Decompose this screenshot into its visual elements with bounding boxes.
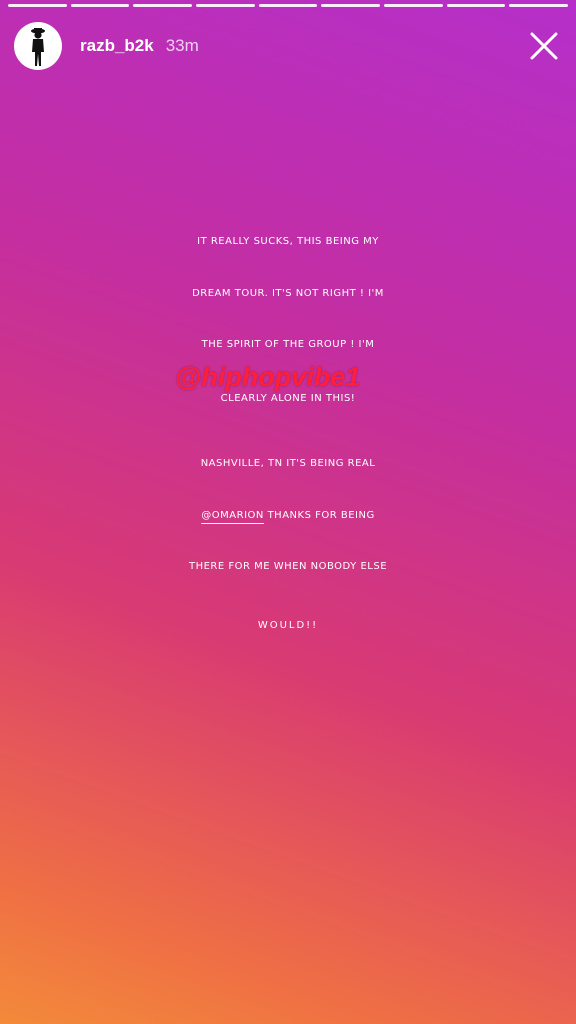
avatar[interactable]: [14, 22, 62, 70]
username[interactable]: razb_b2k: [80, 36, 154, 56]
progress-segment: [384, 4, 443, 7]
post-timestamp: 33m: [165, 36, 199, 55]
progress-segment: [258, 4, 318, 7]
progress-segment: [321, 4, 381, 7]
progress-segment: [70, 4, 130, 7]
story-text-line: IT REALLY SUCKS, THIS BEING MY: [197, 236, 379, 247]
progress-segment: [196, 4, 255, 7]
story-text-line: THERE FOR ME WHEN NOBODY ELSE: [188, 561, 388, 572]
person-silhouette-icon: [31, 28, 45, 66]
mention-link[interactable]: @OMARION: [201, 510, 264, 521]
close-icon: [530, 32, 558, 60]
progress-segment: [509, 4, 569, 7]
story-text-line: NASHVILLE, TN IT'S BEING REAL: [200, 458, 376, 469]
story-header: razb_b2k 33m: [14, 18, 562, 74]
story-text-line: THE SPIRIT OF THE GROUP ! I'M: [201, 339, 375, 350]
progress-segment: [446, 4, 506, 7]
progress-segment: [8, 4, 67, 7]
story-progress-bar: [8, 4, 569, 8]
story-text-line: CLEARLY ALONE IN THIS!: [220, 393, 356, 404]
watermark: @hiphopvibe1: [175, 362, 361, 392]
story-text-fragment: THANKS FOR BEING: [267, 510, 375, 521]
story-mention-line: @OMARION THANKS FOR BEING: [0, 510, 576, 521]
story-headline: WOULD!!: [257, 620, 319, 631]
close-button[interactable]: [526, 28, 562, 64]
progress-segment: [133, 4, 193, 7]
story-text-line: DREAM TOUR. IT'S NOT RIGHT ! I'M: [192, 288, 384, 299]
